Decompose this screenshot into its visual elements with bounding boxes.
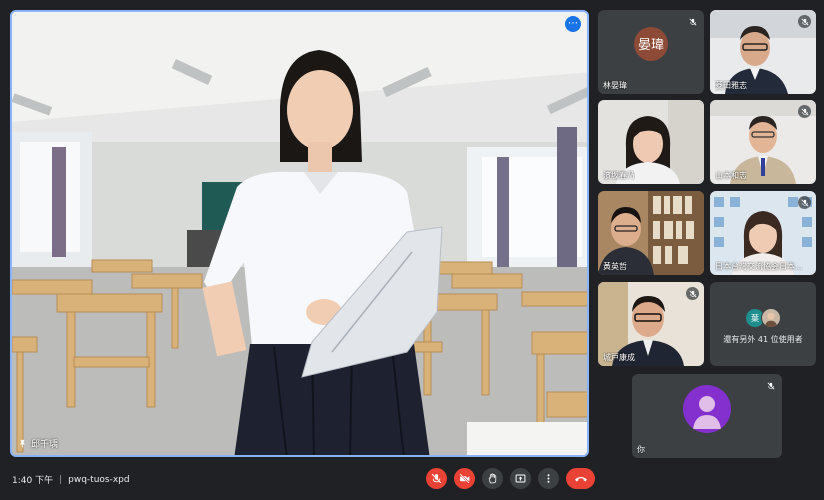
bottom-toolbar: 1:40 下午 | pwq-tuos-xpd	[0, 460, 824, 500]
main-video-tile[interactable]: ⋯ 邱千瑀	[10, 10, 589, 457]
muted-mic-icon	[798, 105, 811, 118]
mic-off-icon	[431, 473, 442, 484]
muted-mic-icon	[798, 196, 811, 209]
meeting-info: 1:40 下午 | pwq-tuos-xpd	[12, 473, 130, 487]
leave-call-button[interactable]	[566, 468, 595, 489]
participant-name: 林晏瑋	[603, 81, 627, 90]
participant-name: 菱田雅志	[715, 81, 747, 90]
pin-icon	[19, 439, 26, 448]
classroom-video-frame	[12, 12, 587, 455]
muted-mic-icon	[764, 379, 777, 392]
muted-mic-icon	[686, 15, 699, 28]
participant-tile[interactable]: 日本台灣交流協会日本...	[710, 191, 816, 275]
participant-tile[interactable]: 黃英哲	[598, 191, 704, 275]
hand-icon	[488, 473, 497, 484]
call-controls	[426, 468, 595, 489]
participant-name: 城戸康成	[603, 353, 635, 362]
participant-name: 黃英哲	[603, 262, 627, 271]
participant-tile[interactable]: 濱坂春乃	[598, 100, 704, 184]
mic-toggle-button[interactable]	[426, 468, 447, 489]
other-avatar-photo	[761, 308, 781, 328]
raise-hand-button[interactable]	[482, 468, 503, 489]
self-avatar	[683, 385, 731, 434]
participant-name: 濱坂春乃	[603, 171, 635, 180]
others-count-label: 還有另外 41 位使用者	[723, 335, 803, 344]
current-time: 1:40 下午	[12, 476, 54, 486]
participant-name: 日本台灣交流協会日本...	[715, 262, 803, 271]
main-speaker-label: 邱千瑀	[18, 437, 58, 450]
participant-tile[interactable]: 晏瑋 林晏瑋	[598, 10, 704, 94]
participant-avatar: 晏瑋	[634, 26, 668, 61]
main-speaker-name: 邱千瑀	[31, 440, 59, 450]
participant-tile[interactable]: 城戸康成	[598, 282, 704, 366]
self-tile[interactable]: 你	[632, 374, 782, 458]
vertical-dots-icon	[547, 474, 550, 483]
more-options-button[interactable]: ⋯	[565, 16, 581, 32]
others-avatar-group: 葉	[745, 308, 781, 328]
muted-mic-icon	[798, 15, 811, 28]
info-separator: |	[59, 474, 63, 485]
present-screen-button[interactable]	[510, 468, 531, 489]
self-name: 你	[637, 445, 645, 454]
participant-tile[interactable]: 山本和志	[710, 100, 816, 184]
participant-tile[interactable]: 菱田雅志	[710, 10, 816, 94]
present-icon	[515, 474, 526, 483]
muted-mic-icon	[686, 287, 699, 300]
hang-up-icon	[574, 476, 587, 481]
camera-off-icon	[459, 473, 470, 484]
more-participants-tile[interactable]: 葉 還有另外 41 位使用者	[710, 282, 816, 366]
more-actions-button[interactable]	[538, 468, 559, 489]
camera-toggle-button[interactable]	[454, 468, 475, 489]
meeting-code: pwq-tuos-xpd	[68, 474, 130, 485]
participant-name: 山本和志	[715, 171, 747, 180]
